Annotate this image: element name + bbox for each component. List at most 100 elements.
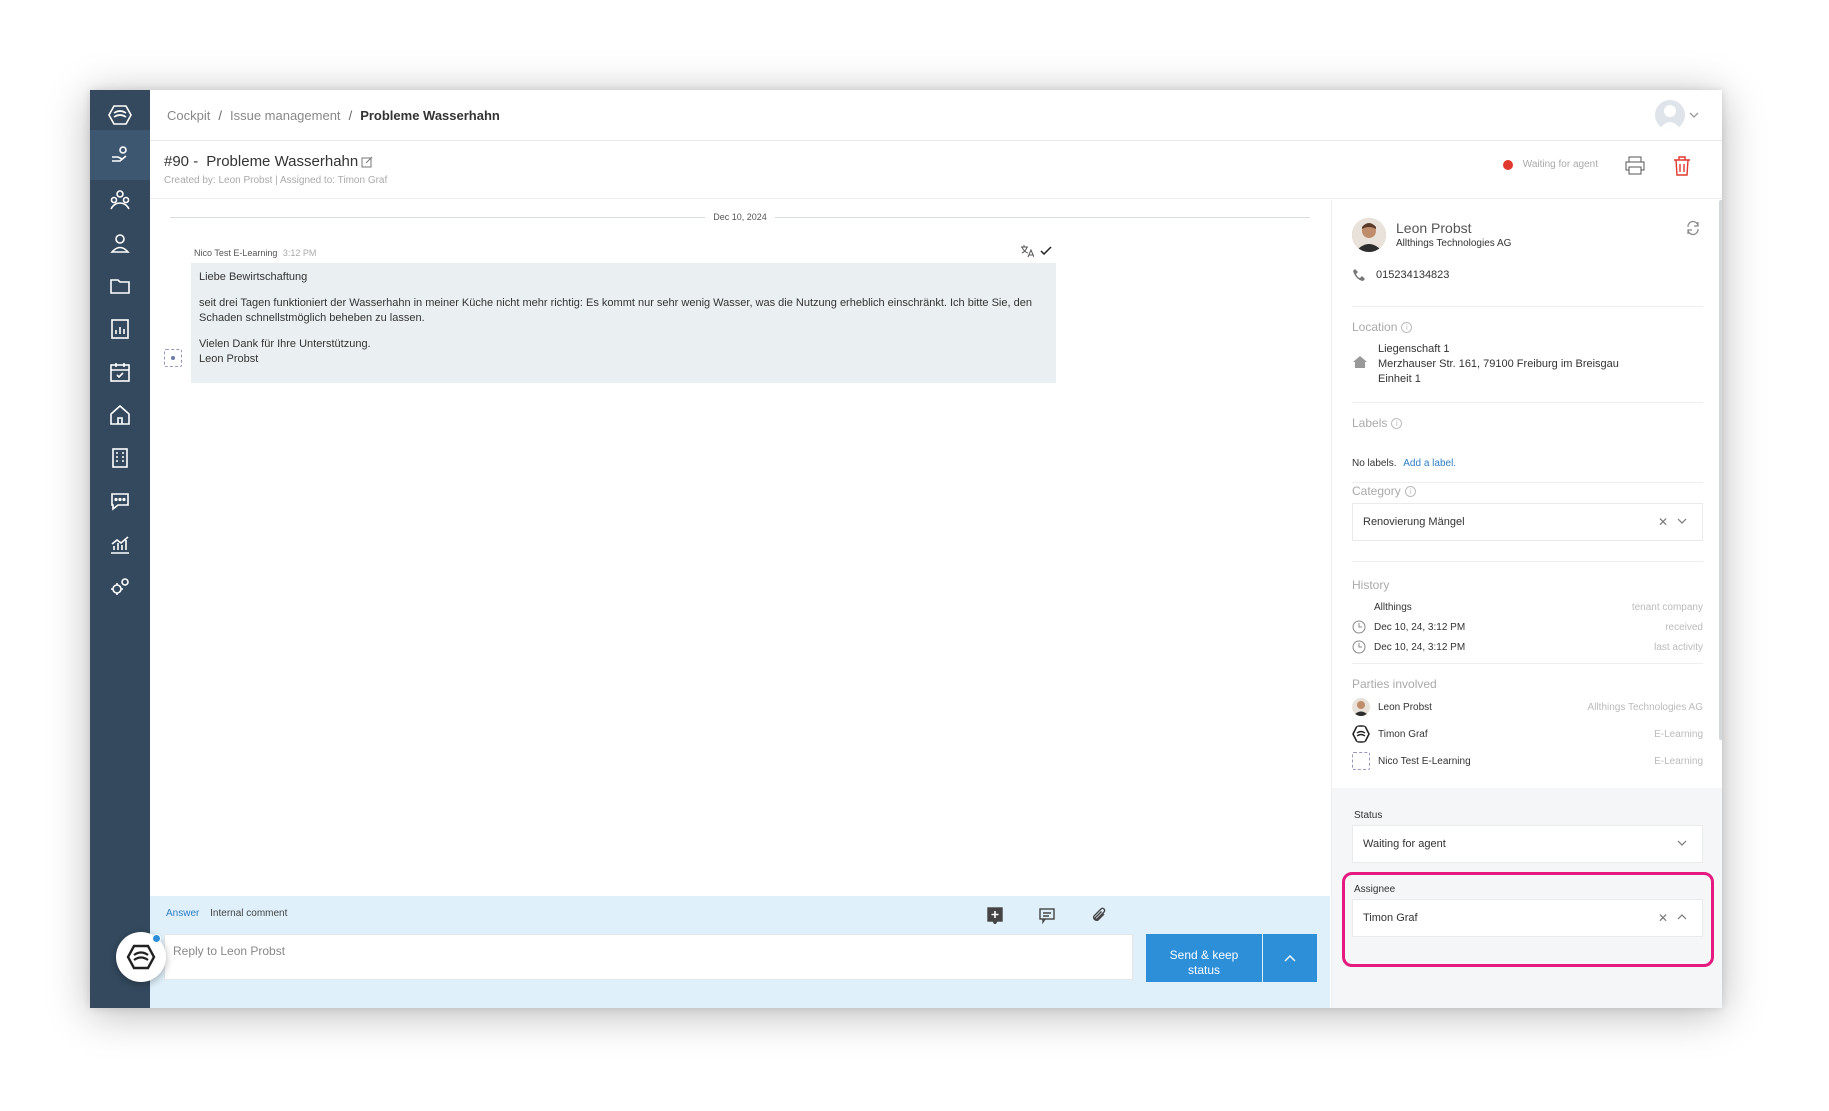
chevron-up-icon bbox=[1284, 955, 1296, 962]
message-closing: Vielen Dank für Ihre Unterstützung. bbox=[199, 338, 371, 350]
translate-icon[interactable] bbox=[1020, 244, 1034, 258]
clear-icon[interactable]: ✕ bbox=[1658, 515, 1668, 529]
assignee-highlight bbox=[1342, 872, 1714, 967]
profile-menu[interactable] bbox=[1655, 100, 1700, 130]
people-group-icon bbox=[110, 190, 130, 210]
date-divider: Dec 10, 2024 bbox=[170, 212, 1311, 222]
avatar bbox=[1352, 698, 1370, 716]
clock-icon bbox=[1352, 620, 1366, 634]
issue-meta: Created by: Leon Probst | Assigned to: T… bbox=[164, 175, 388, 186]
tab-internal-comment[interactable]: Internal comment bbox=[210, 908, 287, 919]
history-row: Dec 10, 24, 3:12 PM last activity bbox=[1352, 640, 1703, 654]
chevron-down-icon bbox=[1677, 840, 1687, 846]
reply-input[interactable] bbox=[164, 934, 1133, 980]
avatar bbox=[1655, 100, 1685, 130]
category-label: Category i bbox=[1352, 484, 1416, 498]
parties-label: Parties involved bbox=[1352, 677, 1437, 691]
sidebar bbox=[90, 90, 150, 1008]
phone-icon bbox=[1353, 269, 1365, 281]
logo-icon bbox=[1352, 725, 1370, 743]
status-field-label: Status bbox=[1354, 810, 1383, 821]
chevron-down-icon bbox=[1689, 112, 1699, 118]
print-button[interactable] bbox=[1624, 155, 1646, 182]
status-select[interactable]: Waiting for agent bbox=[1352, 825, 1703, 863]
trash-icon bbox=[1674, 156, 1690, 176]
send-keep-status-button[interactable]: Send & keep status bbox=[1146, 934, 1262, 982]
bar-chart-icon bbox=[111, 536, 129, 554]
notification-badge bbox=[152, 934, 161, 943]
category-value: Renovierung Mängel bbox=[1363, 516, 1465, 528]
chevron-down-icon[interactable] bbox=[1676, 515, 1688, 527]
refresh-icon[interactable] bbox=[1685, 220, 1701, 241]
send-button-line1: Send & keep bbox=[1169, 947, 1239, 962]
message-signature: Leon Probst bbox=[199, 353, 259, 365]
category-select[interactable]: Renovierung Mängel ✕ bbox=[1352, 503, 1703, 541]
status-select-value: Waiting for agent bbox=[1363, 838, 1446, 850]
contact-avatar bbox=[1352, 218, 1386, 252]
issue-controls: Status Waiting for agent Assignee Timon … bbox=[1332, 788, 1722, 1008]
reply-area: Answer Internal comment Send & keep stat… bbox=[150, 896, 1330, 1008]
breadcrumb-separator: / bbox=[348, 107, 353, 123]
location-unit: Einheit 1 bbox=[1378, 373, 1421, 385]
house-icon bbox=[1353, 356, 1367, 368]
tab-answer[interactable]: Answer bbox=[166, 908, 199, 919]
breadcrumb-cockpit[interactable]: Cockpit bbox=[167, 108, 210, 123]
issue-number: #90 - bbox=[164, 153, 199, 170]
gears-icon bbox=[111, 578, 129, 595]
breadcrumb: Cockpit / Issue management / Probleme Wa… bbox=[150, 90, 1722, 141]
info-icon: i bbox=[1401, 321, 1413, 333]
breadcrumb-issue-management[interactable]: Issue management bbox=[230, 108, 341, 123]
message-body: seit drei Tagen funktioniert der Wasserh… bbox=[199, 297, 1032, 324]
clock-icon bbox=[1352, 640, 1366, 654]
issue-title-text: Probleme Wasserhahn bbox=[206, 153, 359, 170]
message-meta: Nico Test E-Learning 3:12 PM bbox=[194, 248, 316, 258]
issue-header: #90 - Probleme Wasserhahn Created by: Le… bbox=[150, 141, 1722, 199]
info-icon: i bbox=[1391, 417, 1403, 429]
location-address: Merzhauser Str. 161, 79100 Freiburg im B… bbox=[1378, 358, 1619, 370]
breadcrumb-separator: / bbox=[218, 107, 222, 123]
info-icon: i bbox=[1404, 485, 1416, 497]
add-label-link[interactable]: Add a label. bbox=[1403, 458, 1456, 469]
labels-empty: No labels. bbox=[1352, 458, 1397, 469]
message-bubble: Liebe Bewirtschaftung seit drei Tagen fu… bbox=[191, 263, 1056, 383]
contact-phone: 015234134823 bbox=[1352, 268, 1449, 282]
paperclip-icon[interactable] bbox=[1090, 906, 1108, 924]
message-avatar bbox=[164, 349, 182, 367]
status-badge: Waiting for agent bbox=[1502, 159, 1598, 170]
sidebar-item-settings[interactable] bbox=[90, 562, 150, 612]
folder-icon bbox=[110, 279, 130, 294]
phone-number[interactable]: 015234134823 bbox=[1376, 269, 1449, 281]
add-note-icon[interactable] bbox=[986, 906, 1004, 924]
status-dot bbox=[1502, 159, 1513, 170]
contact-name[interactable]: Leon Probst bbox=[1396, 220, 1472, 236]
location-property: Liegenschaft 1 bbox=[1378, 343, 1450, 355]
template-message-icon[interactable] bbox=[1038, 906, 1056, 924]
message-greeting: Liebe Bewirtschaftung bbox=[199, 271, 308, 283]
divider bbox=[1352, 561, 1703, 562]
issue-title: #90 - Probleme Wasserhahn bbox=[164, 153, 373, 170]
location-label: Location i bbox=[1352, 320, 1413, 334]
details-scroll-area[interactable]: Leon Probst Allthings Technologies AG 01… bbox=[1332, 200, 1722, 788]
edit-icon[interactable] bbox=[361, 156, 373, 168]
calendar-check-icon bbox=[110, 363, 130, 382]
message-time: 3:12 PM bbox=[282, 248, 317, 258]
reply-tabs: Answer Internal comment bbox=[166, 908, 287, 919]
party-row[interactable]: Timon Graf E-Learning bbox=[1352, 725, 1703, 743]
party-row[interactable]: Nico Test E-Learning E-Learning bbox=[1352, 752, 1703, 770]
divider bbox=[1352, 402, 1703, 403]
send-options-button[interactable] bbox=[1263, 934, 1317, 982]
history-label: History bbox=[1352, 578, 1390, 592]
house-icon bbox=[110, 404, 130, 425]
delete-button[interactable] bbox=[1672, 155, 1692, 182]
history-row: Allthings tenant company bbox=[1374, 601, 1703, 613]
divider bbox=[1352, 663, 1703, 664]
issue-details-panel: Leon Probst Allthings Technologies AG 01… bbox=[1331, 200, 1722, 1008]
chat-launcher-button[interactable] bbox=[116, 932, 166, 982]
scrollbar[interactable] bbox=[1719, 200, 1722, 740]
divider bbox=[1352, 482, 1703, 483]
party-row[interactable]: Leon Probst Allthings Technologies AG bbox=[1352, 698, 1703, 716]
hand-wrench-icon bbox=[112, 146, 127, 162]
sidebar-item-issues[interactable] bbox=[90, 130, 150, 180]
printer-icon bbox=[1625, 156, 1645, 175]
status-text: Waiting for agent bbox=[1522, 159, 1598, 170]
